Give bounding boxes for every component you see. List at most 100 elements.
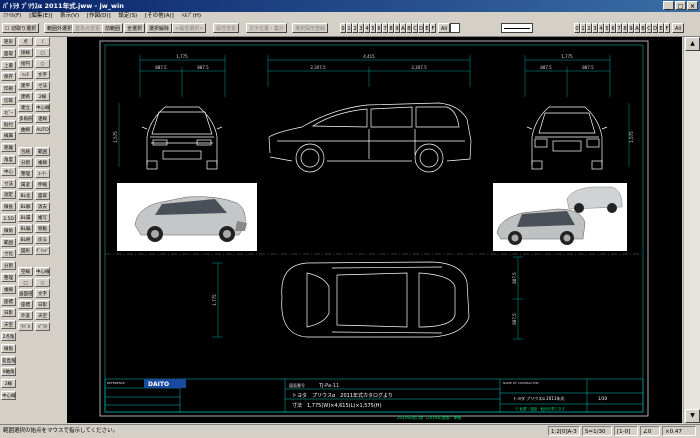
- line-type-box[interactable]: [501, 23, 533, 33]
- tool-button[interactable]: 建断: [18, 92, 33, 101]
- tool-button[interactable]: 矩形: [1, 37, 16, 46]
- status-zoom[interactable]: ×0.47: [662, 426, 696, 436]
- tool-button[interactable]: 2線: [1, 379, 16, 389]
- menu-view[interactable]: 表示(V): [60, 13, 79, 19]
- scroll-up-arrow[interactable]: ▲: [685, 37, 700, 51]
- tool-button[interactable]: ﾊﾟﾗﾒ: [35, 322, 50, 331]
- tool-button[interactable]: 点: [18, 37, 33, 46]
- tool-button[interactable]: 中心: [1, 166, 16, 176]
- tool-button[interactable]: 包絡: [18, 147, 33, 156]
- tool-button[interactable]: 空線: [18, 267, 33, 276]
- tool-button[interactable]: 中心線: [35, 103, 50, 112]
- tool-button[interactable]: 面取: [1, 48, 16, 58]
- tool-button[interactable]: 座標: [1, 296, 16, 306]
- tool-button[interactable]: 連線: [35, 114, 50, 123]
- tool-button[interactable]: 線角: [1, 343, 16, 353]
- menu-help[interactable]: ﾍﾙﾌﾟ(H): [182, 13, 201, 19]
- tool-button[interactable]: 天空: [35, 311, 50, 320]
- tool-button[interactable]: 移動: [35, 224, 50, 233]
- tool-button[interactable]: BL属: [18, 213, 33, 222]
- tool-button[interactable]: ﾗﾍﾞﾙ: [18, 322, 33, 331]
- tool-button[interactable]: 天空: [1, 320, 16, 330]
- tool-button[interactable]: 印刷: [1, 84, 16, 94]
- close-button[interactable]: ×: [687, 1, 698, 10]
- tool-button[interactable]: 複線: [1, 284, 16, 294]
- tool-button[interactable]: 曲線: [18, 125, 33, 134]
- layer-button[interactable]: F: [430, 23, 436, 33]
- select-all-button[interactable]: 全選択: [124, 23, 146, 33]
- tool-button[interactable]: □: [35, 48, 50, 57]
- tool-button[interactable]: 整理: [18, 169, 33, 178]
- tool-button[interactable]: 文字: [35, 289, 50, 298]
- tool-button[interactable]: ○: [35, 59, 50, 68]
- tool-button[interactable]: 接円: [18, 59, 33, 68]
- tool-button[interactable]: BL解: [18, 202, 33, 211]
- tool-button[interactable]: 画面倍率: [18, 289, 33, 298]
- vertical-scrollbar[interactable]: ▲ ▼: [683, 37, 700, 423]
- tool-button[interactable]: 線属: [1, 131, 16, 141]
- tool-button[interactable]: ｺｰﾅｰ: [35, 169, 50, 178]
- tool-button[interactable]: 寸法: [1, 178, 16, 188]
- tool-button[interactable]: 中心線: [1, 391, 16, 400]
- layer-all-button-2[interactable]: All: [672, 23, 685, 33]
- tool-button[interactable]: 面取: [35, 191, 50, 200]
- tool-button[interactable]: 日影: [35, 300, 50, 309]
- scroll-down-arrow[interactable]: ▼: [685, 409, 700, 423]
- tool-button[interactable]: ｸﾞﾘｯﾄﾞ: [35, 246, 50, 255]
- cut-select-checkbox[interactable]: ☐ 切取り選択: [2, 23, 40, 33]
- tool-button[interactable]: 図形: [18, 246, 33, 255]
- status-angle[interactable]: ∠0: [640, 426, 660, 436]
- tool-button[interactable]: ○: [35, 278, 50, 287]
- tool-button[interactable]: 上書: [1, 60, 16, 70]
- tool-button[interactable]: 線角: [1, 225, 16, 235]
- menu-other[interactable]: [その他(A)]: [145, 13, 174, 19]
- tool-button[interactable]: 文字: [35, 70, 50, 79]
- drawing-canvas[interactable]: 4,415 2,307.5 2,307.5 1,775 887.5 887.5 …: [67, 37, 682, 423]
- tool-button[interactable]: 日影: [1, 308, 16, 318]
- outside-select-button[interactable]: 範囲外選択: [44, 23, 76, 33]
- status-paper-scale[interactable]: 1:2[0]A-3: [548, 426, 580, 436]
- menu-settings[interactable]: 設定(S): [118, 13, 137, 19]
- tool-button[interactable]: 多角形: [18, 114, 33, 123]
- tool-button[interactable]: 切取: [1, 96, 16, 105]
- layer-button[interactable]: F: [664, 23, 670, 33]
- tool-button[interactable]: 寸化: [1, 249, 16, 259]
- menu-file[interactable]: ﾌｧｲﾙ(F): [3, 13, 21, 19]
- tool-button[interactable]: 貼付: [1, 119, 16, 129]
- tool-button[interactable]: 鉛直角: [1, 355, 16, 365]
- register-figure-button[interactable]: 選択図形登録: [292, 23, 329, 33]
- tool-button[interactable]: 距離: [1, 143, 16, 153]
- tool-button[interactable]: 範囲: [35, 147, 50, 156]
- status-scale[interactable]: S=1/30: [582, 426, 612, 436]
- tool-button[interactable]: 外変: [18, 311, 33, 320]
- tool-button[interactable]: 伸縮: [35, 180, 50, 189]
- tool-button[interactable]: 消去: [35, 202, 50, 211]
- tool-button[interactable]: BL編: [18, 224, 33, 233]
- line-color-box[interactable]: [450, 23, 460, 33]
- tool-button[interactable]: 建平: [18, 81, 33, 90]
- tool-button[interactable]: 2点角: [1, 332, 16, 341]
- tool-button[interactable]: 接線: [18, 48, 33, 57]
- tool-button[interactable]: 角度: [1, 155, 16, 164]
- minimize-button[interactable]: _: [663, 1, 674, 10]
- tool-button[interactable]: ｺﾋﾟｰ: [1, 107, 16, 117]
- tool-button[interactable]: 建立: [18, 103, 33, 112]
- text-position-button[interactable]: 文字位置・集計: [246, 23, 288, 33]
- status-layer[interactable]: [1-0]: [614, 426, 638, 436]
- menu-draw[interactable]: [作図(D)]: [87, 13, 111, 19]
- tool-button[interactable]: /: [35, 37, 50, 46]
- tool-button[interactable]: 寸法: [35, 81, 50, 90]
- tool-button[interactable]: 戻る: [35, 235, 50, 244]
- tool-button[interactable]: 2線: [35, 92, 50, 101]
- prev-range-button[interactable]: 前範囲: [102, 23, 124, 33]
- tool-button[interactable]: 2.5D: [1, 214, 16, 223]
- tool-button[interactable]: 中心線: [35, 267, 50, 276]
- tool-button[interactable]: AUTO: [35, 125, 50, 134]
- tool-button[interactable]: 座標: [18, 300, 33, 309]
- tool-button[interactable]: 測定: [1, 190, 16, 200]
- tool-button[interactable]: X軸角: [1, 367, 16, 377]
- maximize-button[interactable]: □: [675, 1, 686, 10]
- tool-button[interactable]: 整理: [1, 273, 16, 282]
- tool-button[interactable]: BL終: [18, 235, 33, 244]
- tool-button[interactable]: 範囲: [1, 237, 16, 247]
